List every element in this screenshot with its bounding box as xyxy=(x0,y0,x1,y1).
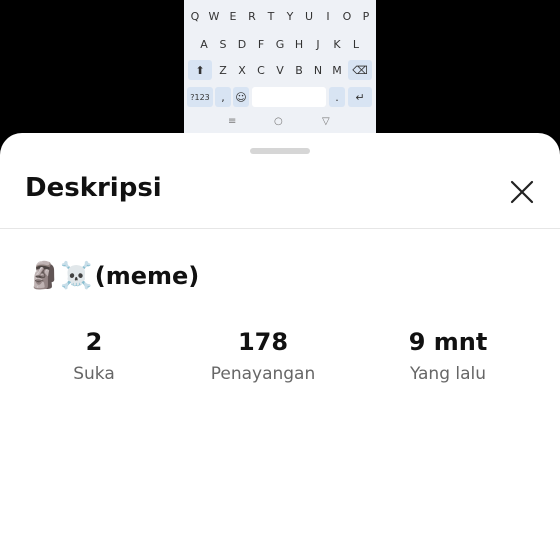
enter-key: ↵ xyxy=(348,87,372,107)
description-text: (meme) xyxy=(94,262,200,290)
key: J xyxy=(316,37,320,51)
close-icon xyxy=(510,180,534,204)
description-sheet: Deskripsi 🗿☠️ (meme) 2 Suka 178 Penayang… xyxy=(0,133,560,560)
menu-icon: ≡ xyxy=(228,116,237,127)
shift-key: ⬆ xyxy=(188,60,212,80)
key: D xyxy=(237,37,247,51)
drag-handle[interactable] xyxy=(250,148,310,154)
key: B xyxy=(295,63,303,77)
likes-label: Suka xyxy=(73,364,115,384)
key: O xyxy=(342,9,352,23)
key: C xyxy=(257,63,265,77)
key: L xyxy=(352,37,360,51)
key: U xyxy=(304,9,314,23)
key: H xyxy=(294,37,304,51)
key: F xyxy=(257,37,265,51)
key: P xyxy=(362,9,370,23)
key: X xyxy=(238,63,246,77)
stat-posted-time: 9 mnt Yang lalu xyxy=(368,328,528,384)
backspace-key: ⌫ xyxy=(348,60,372,80)
key: M xyxy=(332,63,342,77)
key: Q xyxy=(190,9,200,23)
symbols-key: ?123 xyxy=(187,87,213,107)
keyboard-screenshot: Q W E R T Y U I O P A S D F G H J K L ⬆ … xyxy=(184,0,376,140)
stat-views: 178 Penayangan xyxy=(183,328,343,384)
key: Y xyxy=(286,9,294,23)
navigation-bar: ≡ ○ ▽ xyxy=(184,114,376,134)
posted-time-label: Yang lalu xyxy=(409,364,487,384)
back-icon: ▽ xyxy=(322,116,330,127)
key: V xyxy=(276,63,284,77)
stat-likes: 2 Suka xyxy=(14,328,174,384)
key: T xyxy=(267,9,275,23)
posted-time-value: 9 mnt xyxy=(408,328,488,356)
key: S xyxy=(219,37,227,51)
video-description: 🗿☠️ (meme) xyxy=(28,261,199,291)
comma-key: , xyxy=(215,87,231,107)
period-key: . xyxy=(329,87,345,107)
views-label: Penayangan xyxy=(210,364,316,384)
key: Z xyxy=(219,63,227,77)
likes-count: 2 xyxy=(85,328,103,356)
space-key xyxy=(252,87,326,107)
key: I xyxy=(326,9,330,23)
key: K xyxy=(333,37,341,51)
emoji-key: ☺ xyxy=(233,87,249,107)
home-icon: ○ xyxy=(274,116,283,127)
views-count: 178 xyxy=(237,328,289,356)
key: E xyxy=(229,9,237,23)
divider xyxy=(0,228,560,229)
key: N xyxy=(313,63,323,77)
key: R xyxy=(248,9,256,23)
video-frame[interactable]: Q W E R T Y U I O P A S D F G H J K L ⬆ … xyxy=(0,0,560,140)
sheet-title: Deskripsi xyxy=(25,173,162,203)
key: A xyxy=(200,37,208,51)
key: W xyxy=(208,9,220,23)
key: G xyxy=(275,37,285,51)
description-emoji: 🗿☠️ xyxy=(28,261,93,291)
close-button[interactable] xyxy=(506,176,538,208)
